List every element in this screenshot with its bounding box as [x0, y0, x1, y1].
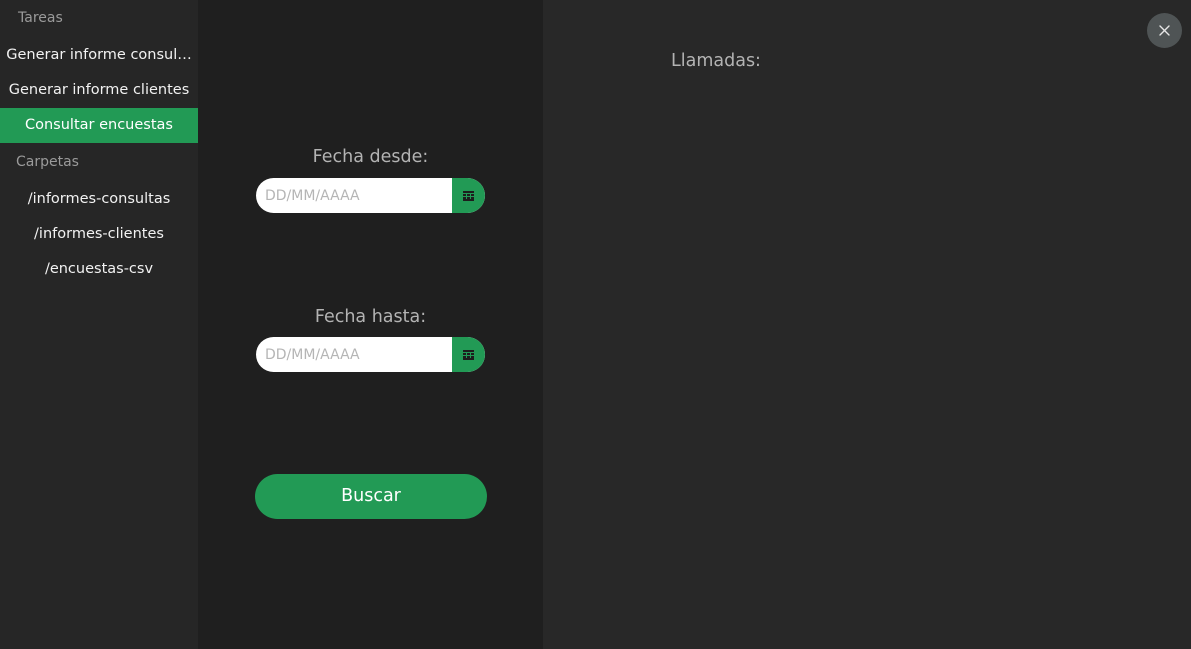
date-from-calendar-button[interactable]	[452, 178, 485, 213]
date-from-input[interactable]	[256, 178, 452, 213]
sidebar-item-generar-informe-clientes[interactable]: Generar informe clientes	[0, 73, 198, 108]
calendar-icon	[463, 350, 474, 360]
date-to-field	[256, 337, 485, 372]
tasks-section-title: Tareas	[18, 10, 63, 26]
close-button[interactable]	[1147, 13, 1182, 48]
sidebar-item-consultar-encuestas[interactable]: Consultar encuestas	[0, 108, 198, 143]
date-from-label: Fecha desde:	[312, 147, 429, 167]
sidebar-item-folder-informes-consultas[interactable]: /informes-consultas	[0, 182, 198, 217]
sidebar-item-generar-informe-consultas[interactable]: Generar informe consul…	[0, 38, 198, 73]
date-to-input[interactable]	[256, 337, 452, 372]
date-to-label: Fecha hasta:	[314, 307, 427, 327]
folders-section-title: Carpetas	[16, 154, 79, 170]
sidebar-item-folder-informes-clientes[interactable]: /informes-clientes	[0, 217, 198, 252]
calendar-icon	[463, 191, 474, 201]
search-form-panel: Fecha desde: Fecha hasta:	[198, 0, 543, 649]
search-button[interactable]: Buscar	[255, 474, 487, 519]
results-title: Llamadas:	[671, 51, 761, 71]
sidebar: Tareas Generar informe consul… Generar i…	[0, 0, 198, 649]
date-from-field	[256, 178, 485, 213]
date-to-calendar-button[interactable]	[452, 337, 485, 372]
app-window: Tareas Generar informe consul… Generar i…	[0, 0, 1191, 649]
close-icon	[1159, 25, 1170, 36]
sidebar-item-folder-encuestas-csv[interactable]: /encuestas-csv	[0, 252, 198, 287]
